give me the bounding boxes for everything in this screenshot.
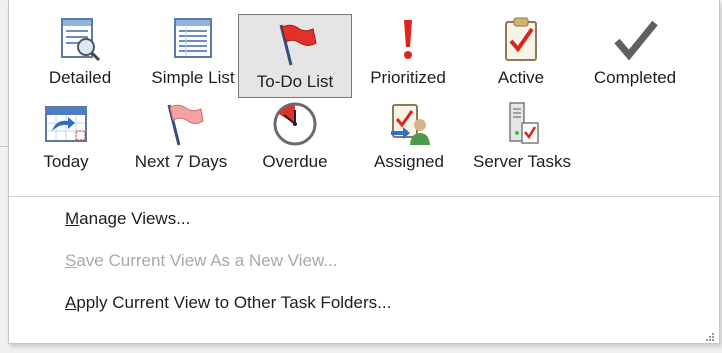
menu-item-label: ave Current View As a New View...: [76, 251, 338, 270]
view-overdue[interactable]: Overdue: [239, 94, 351, 176]
menu-item-mnemonic: M: [65, 209, 80, 228]
view-prioritized[interactable]: Prioritized: [352, 10, 464, 92]
red-flag-icon: [239, 21, 351, 67]
view-label: Detailed: [48, 68, 112, 87]
checkmark-icon: [580, 17, 690, 63]
clipboard-check-icon: [466, 17, 576, 63]
view-label: Today: [43, 152, 89, 171]
calendar-arrow-icon: [11, 101, 121, 147]
manage-views-menu-item[interactable]: Manage Views...: [65, 209, 190, 229]
view-label: Next 7 Days: [134, 152, 228, 171]
view-label: Completed: [593, 68, 677, 87]
server-tasks-icon: [467, 101, 577, 147]
pink-flag-icon: [126, 101, 236, 147]
menu-item-mnemonic: S: [65, 251, 77, 270]
simple-list-icon: [138, 17, 248, 63]
detailed-view-icon: [25, 17, 135, 63]
view-next-7-days[interactable]: Next 7 Days: [125, 94, 237, 176]
view-active[interactable]: Active: [465, 10, 577, 92]
change-view-dropdown: Detailed Simple List To-Do List Prioriti…: [8, 0, 720, 344]
view-label: Overdue: [262, 152, 328, 171]
menu-separator: [9, 196, 719, 197]
window-edge-line: [0, 146, 8, 147]
assigned-user-icon: [354, 101, 464, 147]
view-label: Simple List: [151, 68, 235, 87]
save-current-view-menu-item[interactable]: Save Current View As a New View...: [65, 251, 337, 271]
view-simple-list[interactable]: Simple List: [137, 10, 249, 92]
exclamation-icon: [353, 17, 463, 63]
menu-item-label: pply Current View to Other Task Folders.…: [76, 293, 392, 312]
view-assigned[interactable]: Assigned: [353, 94, 465, 176]
view-detailed[interactable]: Detailed: [24, 10, 136, 92]
view-label: Prioritized: [370, 68, 446, 87]
menu-item-mnemonic: A: [65, 293, 77, 312]
view-label: Active: [497, 68, 545, 87]
view-label: To-Do List: [256, 72, 334, 91]
apply-current-view-menu-item[interactable]: Apply Current View to Other Task Folders…: [65, 293, 391, 313]
menu-item-label: anage Views...: [79, 209, 191, 228]
view-today[interactable]: Today: [10, 94, 122, 176]
view-to-do-list[interactable]: To-Do List: [238, 14, 352, 98]
view-gallery: Detailed Simple List To-Do List Prioriti…: [9, 6, 721, 186]
view-label: Assigned: [374, 152, 444, 171]
resize-grip-icon[interactable]: [705, 329, 715, 341]
view-server-tasks[interactable]: Server Tasks: [466, 94, 578, 176]
clock-icon: [240, 101, 350, 147]
view-completed[interactable]: Completed: [579, 10, 691, 92]
view-label: Server Tasks: [473, 152, 571, 171]
